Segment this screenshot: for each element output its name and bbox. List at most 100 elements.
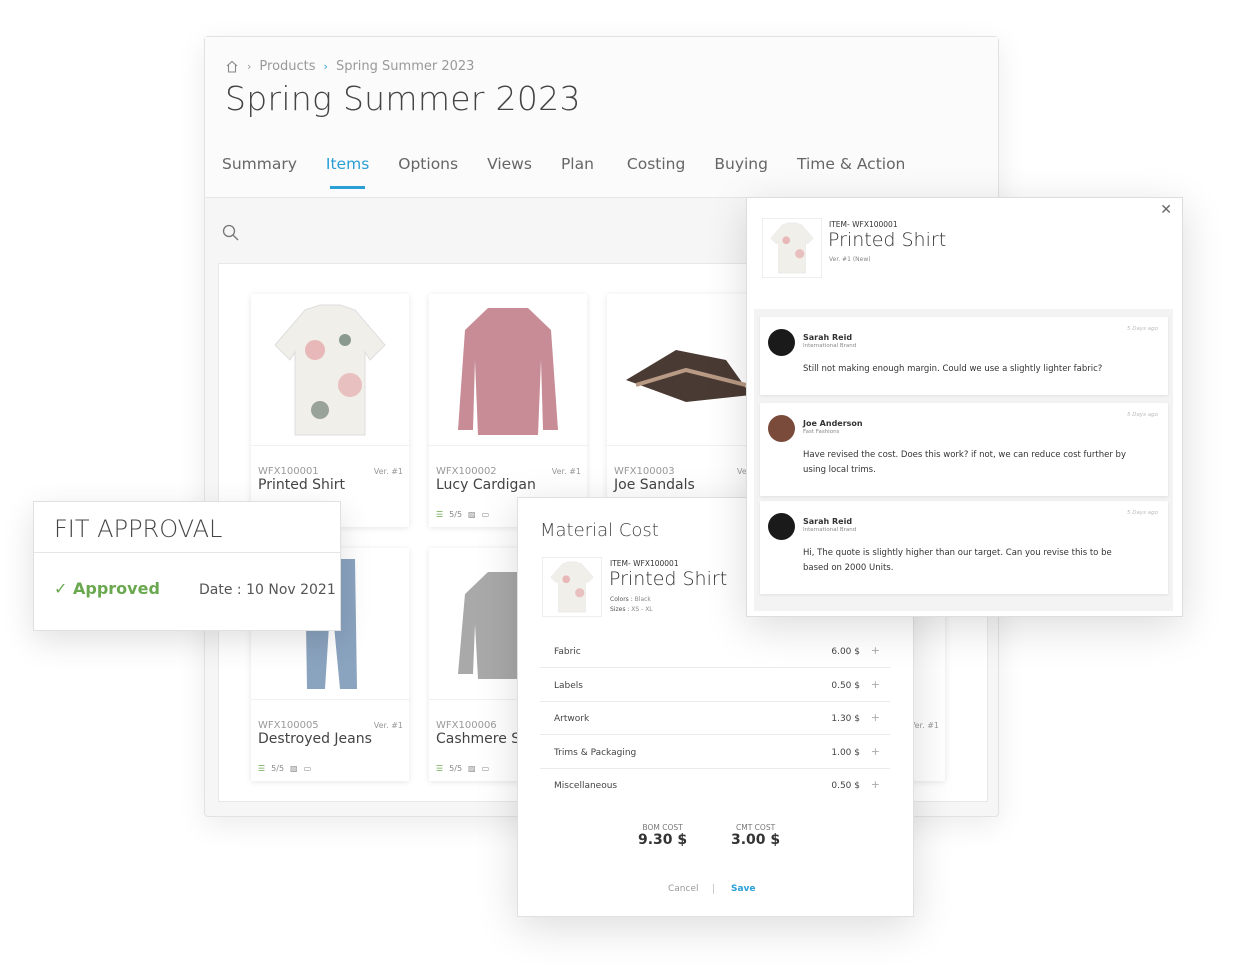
- tab-views[interactable]: Views: [487, 155, 532, 187]
- cost-row: Miscellaneous 0.50 $ +: [540, 769, 890, 802]
- comment-org: International Brand: [803, 343, 857, 349]
- item-code: WFX100002: [436, 466, 497, 477]
- breadcrumb-current[interactable]: Spring Summer 2023: [336, 59, 474, 74]
- cmt-label: CMT COST: [736, 823, 776, 832]
- comments-panel: ✕ ITEM- WFX100001 Printed Shirt Ver. #1 …: [746, 197, 1183, 617]
- colors-label: Colors :: [610, 596, 633, 603]
- item-code: WFX100003: [614, 466, 675, 477]
- checklist-icon: ☰: [436, 764, 444, 773]
- item-thumbnail: [542, 557, 602, 617]
- item-code: WFX100005: [258, 720, 319, 731]
- comment: Sarah Reid International Brand 5 Days ag…: [760, 501, 1168, 594]
- image-icon[interactable]: ▨: [468, 764, 476, 773]
- breadcrumb-products[interactable]: Products: [259, 59, 315, 74]
- progress-count: 5/5: [449, 764, 463, 773]
- divider: [713, 884, 714, 894]
- comment-time: 5 Days ago: [1127, 326, 1158, 332]
- comment-org: International Brand: [803, 527, 857, 533]
- fit-approval-title: FIT APPROVAL: [34, 502, 340, 553]
- comment-icon[interactable]: ▭: [304, 764, 312, 773]
- cost-label: Miscellaneous: [554, 781, 618, 791]
- bom-label: BOM COST: [642, 823, 683, 832]
- colors-value: Black: [634, 596, 651, 603]
- item-card[interactable]: WFX100002 Ver. #1 Lucy Cardigan ☰ 5/5 ▨ ▭: [429, 294, 587, 527]
- comment-text: Have revised the cost. Does this work? i…: [803, 450, 1126, 475]
- item-code: WFX100006: [436, 720, 497, 731]
- avatar: [768, 415, 795, 442]
- tab-buying[interactable]: Buying: [714, 155, 768, 187]
- item-card[interactable]: WFX100001 Ver. #1 Printed Shirt: [251, 294, 409, 527]
- comment: Sarah Reid International Brand 5 Days ag…: [760, 317, 1168, 395]
- home-icon[interactable]: [225, 60, 239, 73]
- item-name: Lucy Cardigan: [436, 477, 536, 493]
- comment-author: Joe Anderson: [803, 419, 863, 428]
- check-icon: ✓: [54, 579, 73, 598]
- cost-value: 1.30 $: [831, 714, 860, 724]
- item-code: WFX100001: [258, 466, 319, 477]
- cost-label: Labels: [554, 681, 583, 691]
- sizes-label: Sizes :: [610, 606, 630, 613]
- cost-label: Trims & Packaging: [554, 748, 637, 758]
- comment-org: Fast Fashions: [803, 429, 840, 435]
- item-name: Printed Shirt: [828, 229, 947, 251]
- cost-value: 0.50 $: [831, 781, 860, 791]
- comment-text: Still not making enough margin. Could we…: [803, 364, 1103, 374]
- item-name: Printed Shirt: [258, 477, 346, 493]
- checklist-icon: ☰: [258, 764, 266, 773]
- avatar: [768, 329, 795, 356]
- plus-icon[interactable]: +: [871, 711, 880, 724]
- plus-icon[interactable]: +: [871, 678, 880, 691]
- item-version: Ver. #1: [551, 467, 581, 476]
- progress-count: 5/5: [271, 764, 285, 773]
- tab-items[interactable]: Items: [326, 155, 369, 189]
- tab-options[interactable]: Options: [398, 155, 458, 187]
- item-code: ITEM- WFX100001: [610, 559, 679, 568]
- item-image-shirt: [251, 294, 409, 446]
- cost-value: 6.00 $: [831, 647, 860, 657]
- progress-count: 5/5: [449, 510, 463, 519]
- image-icon[interactable]: ▨: [468, 510, 476, 519]
- avatar: [768, 513, 795, 540]
- comment-icon[interactable]: ▭: [482, 764, 490, 773]
- approval-status: Approved: [72, 579, 160, 598]
- item-version: Ver. #1 (New): [829, 256, 871, 263]
- tab-time-action[interactable]: Time & Action: [797, 155, 905, 187]
- sizes-value: XS - XL: [631, 606, 653, 613]
- cost-value: 1.00 $: [831, 748, 860, 758]
- bom-value: 9.30 $: [638, 832, 688, 848]
- dialog-title: Material Cost: [540, 520, 659, 541]
- plus-icon[interactable]: +: [871, 644, 880, 657]
- save-button[interactable]: Save: [731, 884, 756, 894]
- tab-plan[interactable]: Plan: [561, 155, 594, 187]
- item-image-cardigan: [429, 294, 587, 446]
- plus-icon[interactable]: +: [871, 778, 880, 791]
- image-icon[interactable]: ▨: [290, 764, 298, 773]
- comment-text: Hi, The quote is slightly higher than ou…: [803, 548, 1112, 573]
- tab-summary[interactable]: Summary: [222, 155, 297, 187]
- item-thumbnail: [762, 218, 822, 278]
- checklist-icon: ☰: [436, 510, 444, 519]
- item-name: Destroyed Jeans: [258, 731, 372, 747]
- comment-icon[interactable]: ▭: [482, 510, 490, 519]
- fit-approval-card: FIT APPROVAL ✓ Approved Date : 10 Nov 20…: [33, 501, 341, 631]
- page-title: Spring Summer 2023: [225, 79, 581, 118]
- cost-label: Artwork: [554, 714, 590, 724]
- item-name: Printed Shirt: [609, 568, 728, 590]
- item-version: Ver. #1: [373, 721, 403, 730]
- cmt-cost: CMT COST 3.00 $: [731, 823, 780, 848]
- cost-label: Fabric: [554, 647, 581, 657]
- comment-list: Sarah Reid International Brand 5 Days ag…: [754, 309, 1173, 611]
- item-code: ITEM- WFX100001: [829, 220, 898, 229]
- cost-row: Artwork 1.30 $ +: [540, 702, 890, 735]
- comment-author: Sarah Reid: [803, 333, 853, 342]
- item-card[interactable]: WFX100003 Ver Joe Sandals: [607, 294, 765, 527]
- item-version: Ver. #1: [909, 721, 939, 730]
- close-icon[interactable]: ✕: [1160, 202, 1172, 218]
- cost-row: Labels 0.50 $ +: [540, 669, 890, 702]
- approval-date: Date : 10 Nov 2021: [199, 582, 336, 598]
- item-image-sandals: [607, 294, 765, 446]
- plus-icon[interactable]: +: [871, 745, 880, 758]
- tab-costing[interactable]: Costing: [627, 155, 685, 187]
- cancel-button[interactable]: Cancel: [668, 884, 699, 894]
- search-icon[interactable]: [221, 223, 241, 243]
